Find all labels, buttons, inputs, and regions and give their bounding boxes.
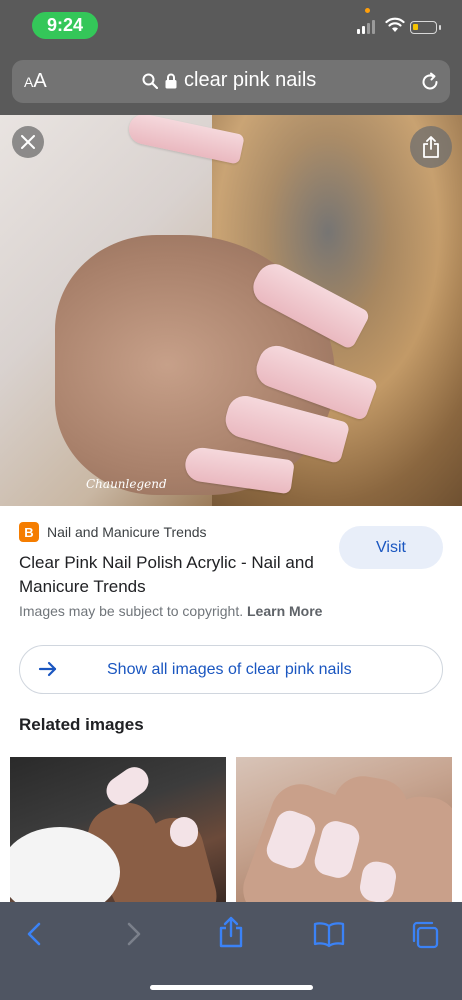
show-all-images-button[interactable]: Show all images of clear pink nails bbox=[19, 645, 443, 694]
status-bar: 9:24 bbox=[0, 0, 462, 50]
main-image[interactable]: Chaunlegend bbox=[0, 115, 462, 506]
privacy-indicator-dot bbox=[365, 8, 370, 13]
related-images-heading: Related images bbox=[19, 715, 144, 734]
blogger-icon: B bbox=[19, 522, 39, 542]
search-icon bbox=[142, 73, 158, 89]
source-row[interactable]: B Nail and Manicure Trends bbox=[19, 522, 207, 542]
result-title[interactable]: Clear Pink Nail Polish Acrylic - Nail an… bbox=[19, 551, 339, 599]
show-all-label: Show all images of clear pink nails bbox=[107, 661, 352, 678]
cellular-signal-icon bbox=[357, 20, 375, 34]
nail-shape bbox=[101, 761, 154, 811]
tabs-icon[interactable] bbox=[410, 920, 440, 950]
related-image-thumbnail[interactable] bbox=[236, 757, 452, 902]
visit-button[interactable]: Visit bbox=[339, 526, 443, 569]
address-bar[interactable]: AA clear pink nails bbox=[12, 60, 450, 103]
arrow-right-icon bbox=[38, 661, 57, 677]
related-image-thumbnail[interactable] bbox=[10, 757, 226, 902]
close-icon bbox=[21, 135, 35, 149]
battery-icon bbox=[410, 21, 441, 34]
text-size-button[interactable]: AA bbox=[24, 70, 47, 93]
url-query-text: clear pink nails bbox=[184, 69, 317, 91]
bookmarks-icon[interactable] bbox=[313, 920, 345, 948]
share-icon[interactable] bbox=[218, 916, 244, 948]
share-icon bbox=[423, 136, 439, 158]
copyright-notice: Images may be subject to copyright. Lear… bbox=[19, 603, 323, 619]
home-indicator bbox=[150, 985, 313, 990]
wifi-icon bbox=[385, 17, 405, 32]
lock-icon bbox=[165, 73, 177, 88]
url-display[interactable]: clear pink nails bbox=[142, 69, 316, 92]
reload-icon[interactable] bbox=[420, 72, 440, 92]
status-time: 9:24 bbox=[32, 12, 98, 39]
browser-chrome: 9:24 AA clear pink nails bbox=[0, 0, 462, 115]
nail-shape bbox=[170, 817, 198, 847]
close-button[interactable] bbox=[12, 126, 44, 158]
source-name: Nail and Manicure Trends bbox=[47, 524, 207, 540]
forward-icon[interactable] bbox=[124, 920, 144, 948]
learn-more-link[interactable]: Learn More bbox=[247, 603, 322, 619]
back-icon[interactable] bbox=[24, 920, 44, 948]
image-watermark: Chaunlegend bbox=[86, 477, 167, 491]
image-share-button[interactable] bbox=[410, 126, 452, 168]
